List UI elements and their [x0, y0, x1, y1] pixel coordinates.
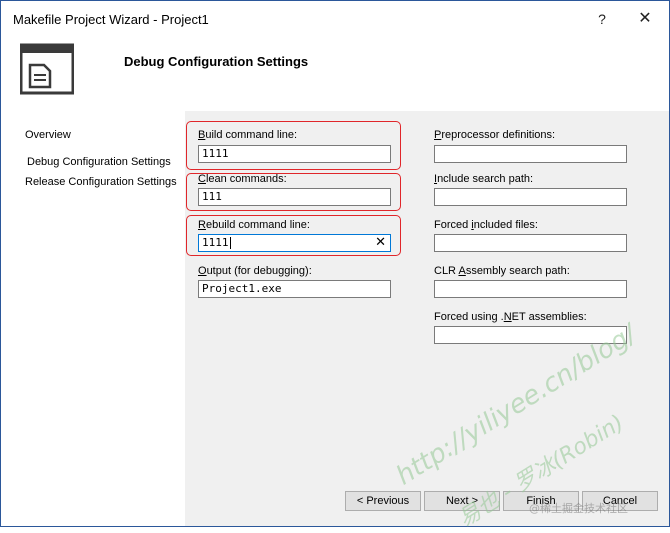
- clr-assembly-label: CLR Assembly search path:: [434, 265, 570, 277]
- include-path-label: Include search path:: [434, 173, 534, 185]
- close-button[interactable]: ✕: [631, 7, 659, 31]
- output-label: Output (for debugging):: [198, 265, 312, 277]
- wizard-window: Makefile Project Wizard - Project1 ? ✕ D…: [0, 0, 670, 532]
- nav-item-overview[interactable]: Overview: [25, 129, 71, 141]
- document-wizard-icon: [20, 43, 74, 95]
- wizard-nav: Overview Debug Configuration Settings Re…: [1, 111, 185, 525]
- title-bar: Makefile Project Wizard - Project1 ? ✕: [1, 1, 669, 37]
- cancel-button[interactable]: Cancel: [582, 491, 658, 511]
- forced-using-label: Forced using .NET assemblies:: [434, 311, 587, 323]
- nav-item-debug-settings[interactable]: Debug Configuration Settings: [27, 156, 171, 168]
- clean-commands-input[interactable]: 111: [198, 188, 391, 206]
- nav-item-release-settings[interactable]: Release Configuration Settings: [25, 176, 177, 188]
- forced-included-label: Forced included files:: [434, 219, 538, 231]
- clear-icon[interactable]: ✕: [375, 235, 386, 251]
- clr-assembly-input[interactable]: [434, 280, 627, 298]
- rebuild-command-input[interactable]: 1111 ✕: [198, 234, 391, 252]
- text-caret: [229, 237, 231, 249]
- include-path-input[interactable]: [434, 188, 627, 206]
- build-label: Build command line:: [198, 129, 298, 141]
- forced-using-input[interactable]: [434, 326, 627, 344]
- preprocessor-input[interactable]: [434, 145, 627, 163]
- rebuild-label: Rebuild command line:: [198, 219, 310, 231]
- previous-button[interactable]: < Previous: [345, 491, 421, 511]
- next-button[interactable]: Next >: [424, 491, 500, 511]
- build-command-input[interactable]: 1111: [198, 145, 391, 163]
- help-button[interactable]: ?: [588, 7, 616, 31]
- output-input[interactable]: Project1.exe: [198, 280, 391, 298]
- wizard-header: Debug Configuration Settings: [1, 37, 669, 111]
- finish-button[interactable]: Finish: [503, 491, 579, 511]
- forced-included-input[interactable]: [434, 234, 627, 252]
- window-title: Makefile Project Wizard - Project1: [13, 12, 209, 27]
- clean-label: Clean commands:: [198, 173, 287, 185]
- preprocessor-label: Preprocessor definitions:: [434, 129, 556, 141]
- page-title: Debug Configuration Settings: [124, 54, 309, 69]
- settings-panel: Build command line: 1111 Clean commands:…: [185, 111, 669, 526]
